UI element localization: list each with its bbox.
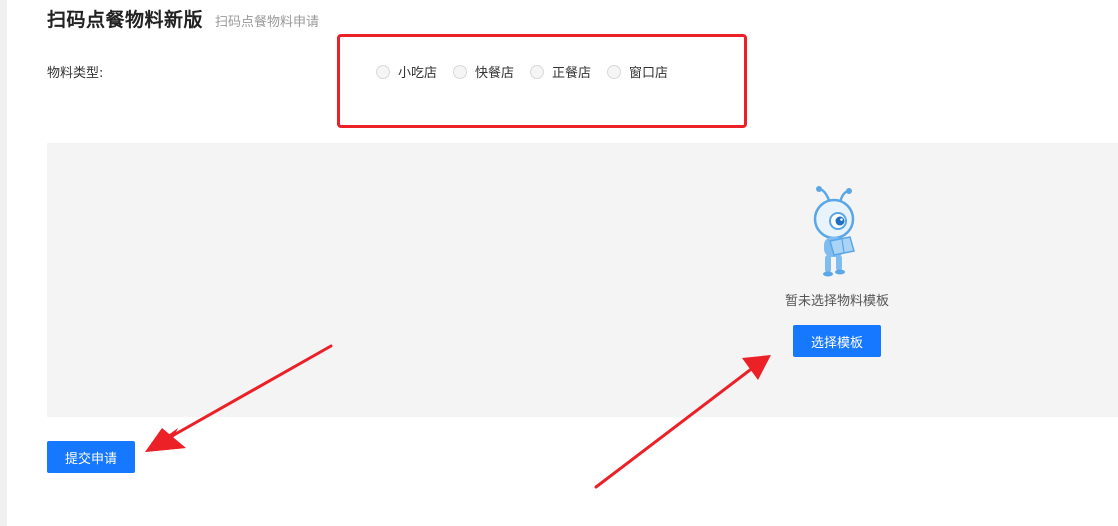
material-type-label: 物料类型: [47, 66, 104, 81]
radio-label: 窗口店 [629, 66, 669, 81]
radio-option-window-shop[interactable]: 窗口店 [607, 62, 668, 81]
page-subtitle: 扫码点餐物料申请 [215, 15, 320, 30]
radio-label: 正餐店 [552, 66, 592, 81]
radio-circle[interactable] [453, 64, 468, 79]
radio-circle[interactable] [607, 64, 622, 79]
page: 扫码点餐物料新版 扫码点餐物料申请 物料类型: 小吃店 快餐店 正餐店 窗口店 [0, 0, 1118, 526]
radio-circle[interactable] [376, 64, 390, 79]
radio-option-restaurant[interactable]: 正餐店 [530, 62, 591, 81]
ant-mascot-icon [813, 186, 855, 277]
radio-option-snack-shop[interactable]: 小吃店 [376, 62, 437, 81]
radio-label: 快餐店 [475, 66, 515, 81]
radio-circle[interactable] [530, 64, 545, 79]
select-template-button[interactable]: 选择模板 [793, 325, 881, 357]
page-header: 扫码点餐物料新版 扫码点餐物料申请 [47, 5, 319, 32]
radio-label: 小吃店 [398, 66, 438, 81]
annotation-highlight-box [337, 34, 747, 128]
empty-template-text: 暂未选择物料模板 [784, 294, 889, 309]
submit-application-button[interactable]: 提交申请 [47, 441, 135, 473]
left-border [0, 0, 7, 526]
radio-option-fast-food[interactable]: 快餐店 [453, 62, 514, 81]
material-type-radio-group: 小吃店 快餐店 正餐店 窗口店 [376, 62, 684, 81]
page-title: 扫码点餐物料新版 [47, 9, 204, 31]
template-panel [47, 143, 1118, 417]
